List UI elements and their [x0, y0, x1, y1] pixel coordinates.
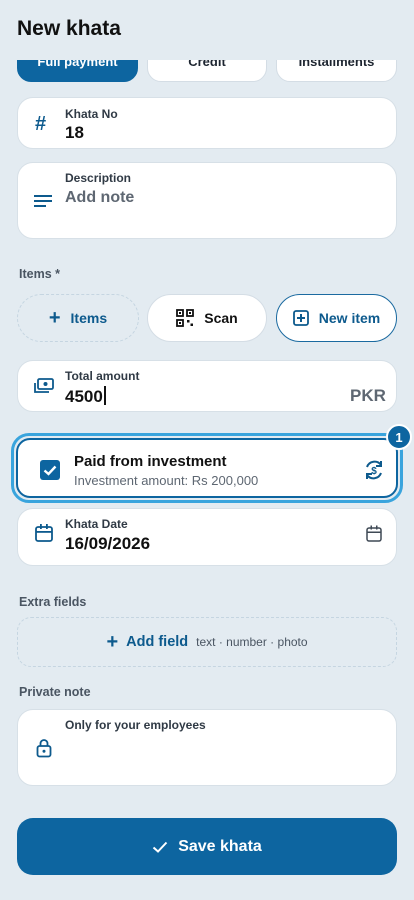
scan-button[interactable]: Scan [147, 294, 267, 342]
notes-icon [34, 195, 52, 207]
khata-no-field[interactable]: # Khata No 18 [17, 97, 397, 149]
khata-date-field[interactable]: Khata Date 16/09/2026 [17, 508, 397, 566]
investment-title: Paid from investment [74, 453, 227, 470]
step-badge: 1 [386, 424, 412, 450]
currency-label: PKR [350, 386, 386, 405]
add-field-button[interactable]: + Add field text · number · photo [17, 617, 397, 667]
cash-icon [34, 378, 54, 393]
total-amount-label: Total amount [65, 369, 140, 383]
add-box-icon [292, 310, 309, 326]
currency-exchange-icon[interactable]: $ [363, 459, 385, 481]
khata-date-label: Khata Date [65, 517, 128, 531]
khata-no-value: 18 [65, 123, 84, 142]
description-label: Description [65, 171, 132, 185]
plus-icon: + [48, 306, 61, 329]
items-section-label: Items * [19, 267, 60, 281]
total-amount-value: 4500 [65, 386, 106, 407]
plus-icon: + [106, 630, 119, 653]
lock-icon [36, 739, 52, 758]
extra-fields-section-label: Extra fields [19, 595, 87, 609]
add-items-button[interactable]: + Items [17, 294, 139, 342]
calendar-icon [35, 524, 53, 542]
date-picker-icon[interactable] [366, 525, 382, 542]
check-icon [43, 465, 57, 476]
app-header: New khata [0, 0, 414, 60]
add-field-hint: text · number · photo [196, 635, 308, 649]
private-note-label: Only for your employees [65, 718, 206, 732]
paid-from-investment-option[interactable]: Paid from investment Investment amount: … [16, 438, 398, 498]
svg-text:$: $ [371, 466, 377, 477]
check-icon [153, 841, 168, 853]
description-placeholder: Add note [65, 189, 135, 206]
khata-no-label: Khata No [65, 107, 118, 121]
total-amount-field[interactable]: Total amount 4500 PKR [17, 360, 397, 412]
description-field[interactable]: Description Add note [17, 162, 397, 239]
hash-icon: # [35, 113, 47, 135]
qr-scan-icon [176, 309, 195, 327]
checkbox-checked[interactable] [40, 460, 60, 480]
page-title: New khata [17, 17, 121, 40]
new-item-button[interactable]: New item [276, 294, 397, 342]
khata-date-value: 16/09/2026 [65, 534, 151, 553]
text-cursor [103, 386, 106, 405]
private-note-section-label: Private note [19, 685, 91, 699]
save-khata-button[interactable]: Save khata [17, 818, 397, 875]
private-note-field[interactable]: Only for your employees [17, 709, 397, 786]
investment-subtitle: Investment amount: Rs 200,000 [74, 473, 259, 488]
